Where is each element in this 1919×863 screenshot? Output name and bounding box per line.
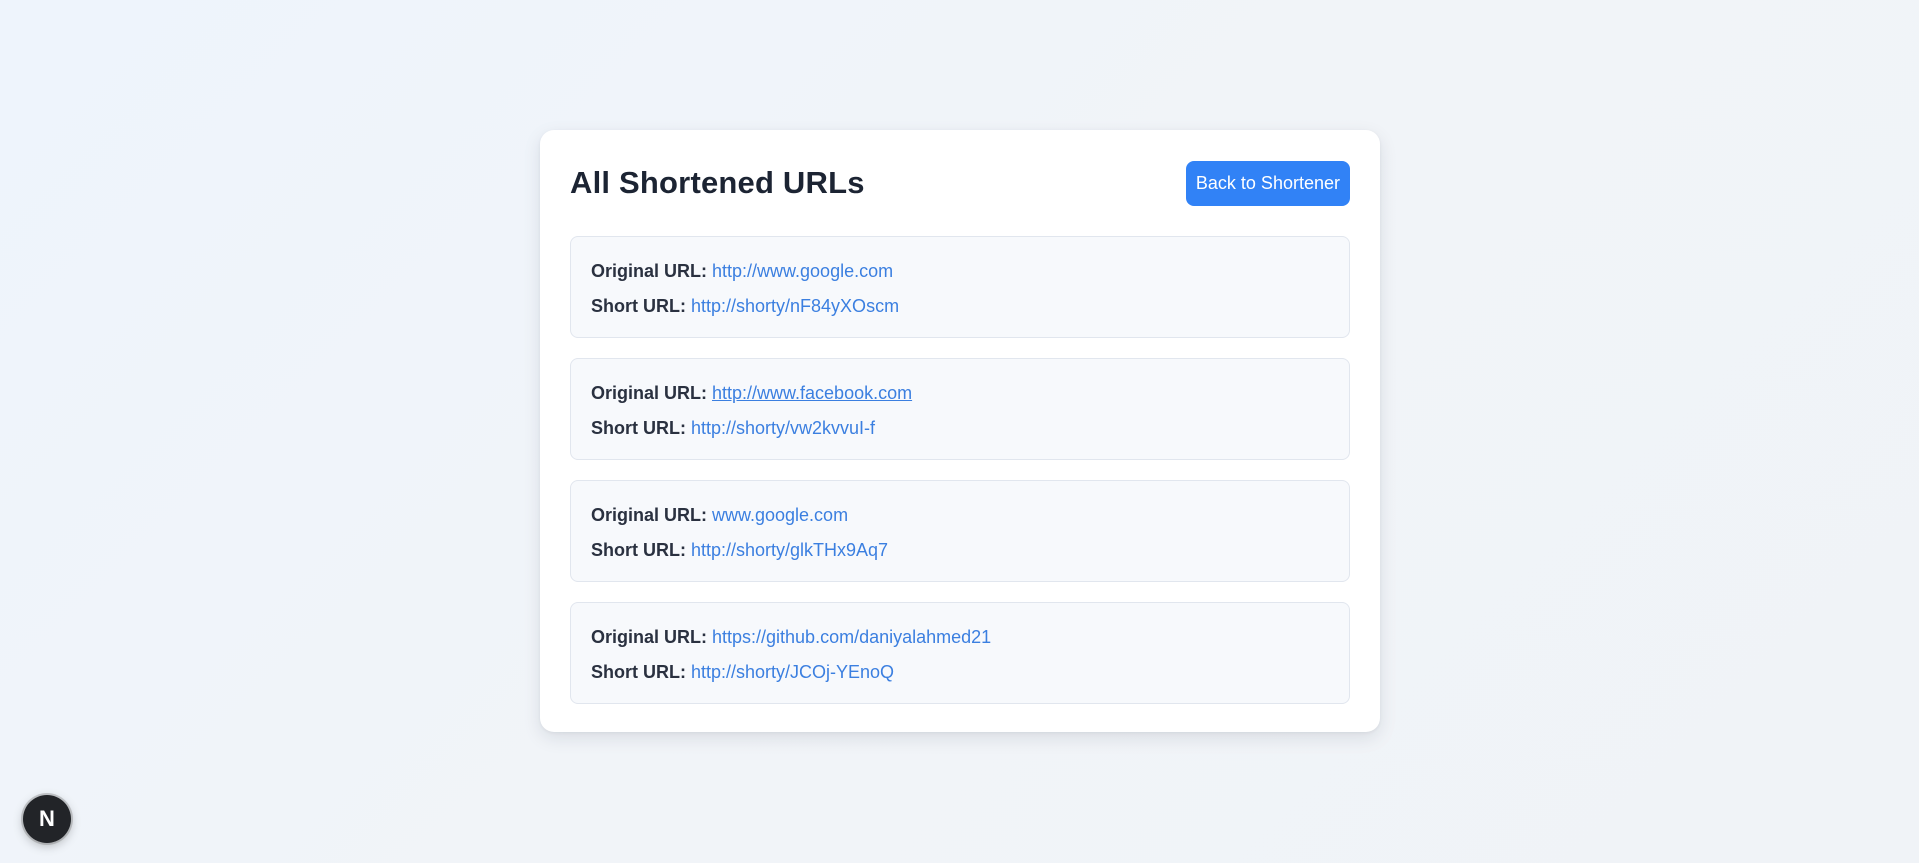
original-url-link[interactable]: http://www.google.com <box>712 261 893 281</box>
original-url-label: Original URL: <box>591 383 707 403</box>
original-url-row: Original URL: http://www.google.com <box>591 259 1329 283</box>
short-url-link[interactable]: http://shorty/nF84yXOscm <box>691 296 899 316</box>
original-url-link[interactable]: https://github.com/daniyalahmed21 <box>712 627 991 647</box>
short-url-label: Short URL: <box>591 418 686 438</box>
nextjs-logo-icon[interactable]: N <box>23 795 71 843</box>
original-url-row: Original URL: www.google.com <box>591 503 1329 527</box>
nextjs-badge-letter: N <box>39 806 55 831</box>
url-list-item: Original URL: http://www.google.com Short… <box>570 236 1350 338</box>
original-url-row: Original URL: https://github.com/daniyala… <box>591 625 1329 649</box>
original-url-label: Original URL: <box>591 261 707 281</box>
original-url-label: Original URL: <box>591 627 707 647</box>
original-url-label: Original URL: <box>591 505 707 525</box>
short-url-row: Short URL: http://shorty/JCOj-YEnoQ <box>591 660 1329 684</box>
original-url-link[interactable]: www.google.com <box>712 505 848 525</box>
short-url-label: Short URL: <box>591 296 686 316</box>
short-url-row: Short URL: http://shorty/nF84yXOscm <box>591 294 1329 318</box>
short-url-label: Short URL: <box>591 662 686 682</box>
page-title: All Shortened URLs <box>570 165 865 200</box>
url-list: Original URL: http://www.google.com Short… <box>570 236 1350 704</box>
card-header: All Shortened URLs Back to Shortener <box>570 160 1350 206</box>
original-url-row: Original URL: http://www.facebook.com <box>591 381 1329 405</box>
short-url-link[interactable]: http://shorty/JCOj-YEnoQ <box>691 662 894 682</box>
urls-card: All Shortened URLs Back to Shortener Ori… <box>540 130 1380 732</box>
url-list-item: Original URL: http://www.facebook.com Sho… <box>570 358 1350 460</box>
short-url-label: Short URL: <box>591 540 686 560</box>
back-to-shortener-button[interactable]: Back to Shortener <box>1185 160 1350 206</box>
short-url-link[interactable]: http://shorty/vw2kvvuI-f <box>691 418 875 438</box>
original-url-link[interactable]: http://www.facebook.com <box>712 383 912 403</box>
url-list-item: Original URL: www.google.com Short URL: ht… <box>570 480 1350 582</box>
short-url-row: Short URL: http://shorty/glkTHx9Aq7 <box>591 538 1329 562</box>
short-url-row: Short URL: http://shorty/vw2kvvuI-f <box>591 416 1329 440</box>
short-url-link[interactable]: http://shorty/glkTHx9Aq7 <box>691 540 888 560</box>
url-list-item: Original URL: https://github.com/daniyala… <box>570 602 1350 704</box>
